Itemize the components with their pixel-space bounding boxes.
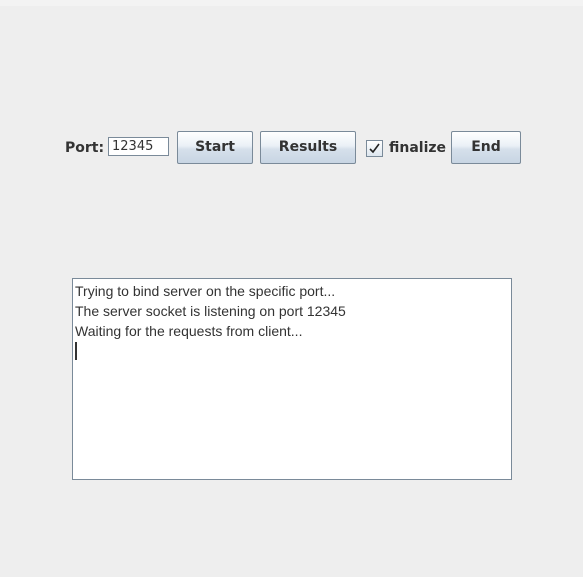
port-input[interactable] bbox=[108, 137, 169, 156]
server-window: Port: Start Results finalize End Trying … bbox=[0, 0, 583, 577]
results-button[interactable]: Results bbox=[260, 131, 356, 164]
end-button[interactable]: End bbox=[451, 131, 521, 164]
finalize-checkbox[interactable] bbox=[366, 140, 383, 157]
log-line: Waiting for the requests from client... bbox=[75, 323, 303, 339]
port-label: Port: bbox=[65, 140, 105, 156]
log-line: The server socket is listening on port 1… bbox=[75, 303, 346, 319]
log-textarea[interactable]: Trying to bind server on the specific po… bbox=[72, 278, 512, 480]
finalize-label: finalize bbox=[389, 140, 447, 156]
start-button[interactable]: Start bbox=[177, 131, 253, 164]
log-line: Trying to bind server on the specific po… bbox=[75, 283, 336, 299]
checkmark-icon bbox=[369, 143, 380, 154]
text-caret bbox=[75, 342, 77, 360]
toolbar: Port: Start Results finalize End bbox=[0, 131, 583, 164]
